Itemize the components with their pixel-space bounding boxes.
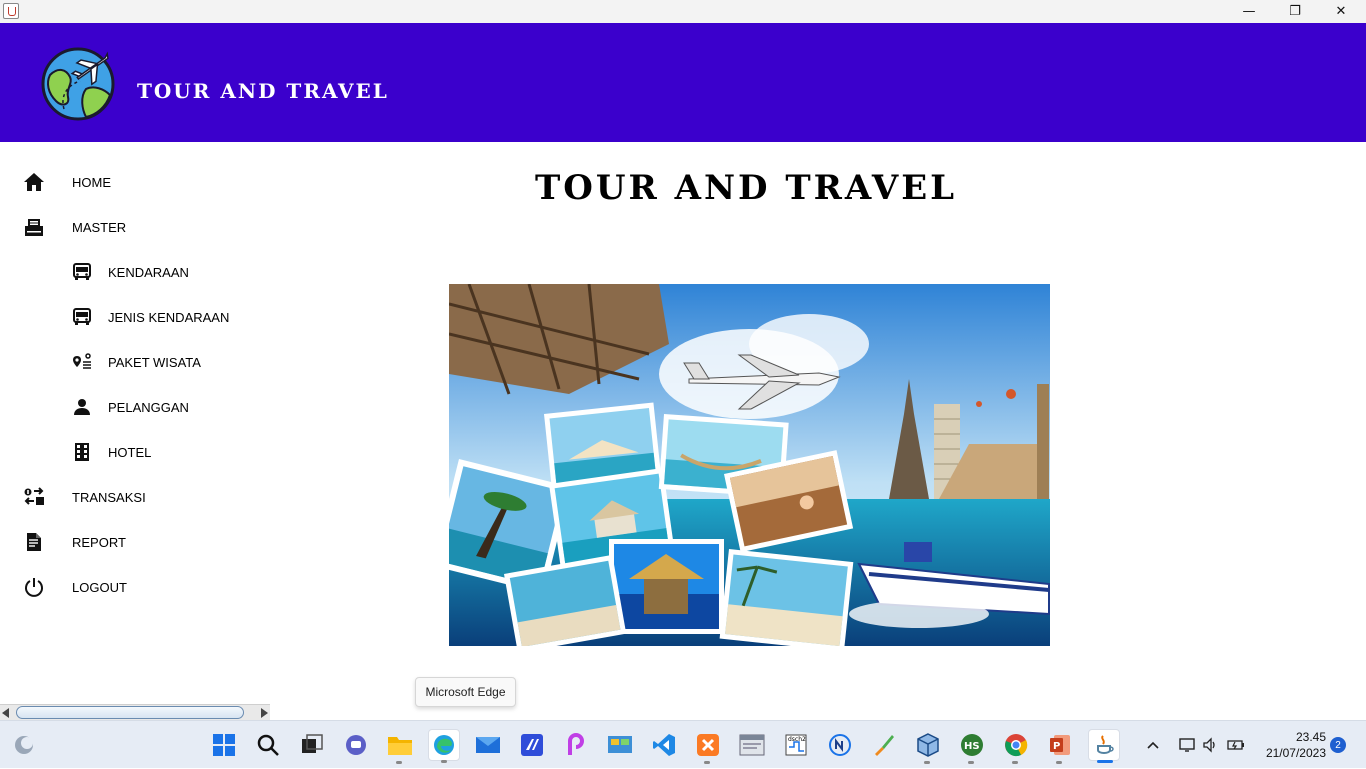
taskbar-tooltip: Microsoft Edge xyxy=(415,677,516,707)
sidebar-item-label: KENDARAAN xyxy=(108,264,189,280)
file-explorer-icon[interactable] xyxy=(384,729,416,764)
chat-icon[interactable] xyxy=(340,729,372,761)
widgets-icon[interactable] xyxy=(8,729,40,761)
sidebar-item-home[interactable]: HOME xyxy=(22,167,262,197)
virtualbox-icon[interactable] xyxy=(912,729,944,764)
sidebar-item-label: PELANGGAN xyxy=(108,399,189,415)
dsch2-icon[interactable]: dsch2 xyxy=(780,729,812,761)
power-icon xyxy=(22,575,46,599)
sidebar-item-label: HOME xyxy=(72,174,111,190)
sidebar-item-label: HOTEL xyxy=(108,444,152,460)
page-title: TOUR AND TRAVEL xyxy=(534,168,958,208)
start-windows-icon[interactable] xyxy=(208,729,240,761)
search-icon[interactable] xyxy=(252,729,284,761)
app-header: TOUR AND TRAVEL xyxy=(0,23,1366,142)
clock-date: 21/07/2023 xyxy=(1265,746,1326,760)
hs-app-icon[interactable]: HS xyxy=(956,729,988,764)
close-button[interactable]: ✕ xyxy=(1318,0,1364,23)
running-indicator xyxy=(1012,761,1018,764)
running-indicator xyxy=(396,761,402,764)
window-app-icon[interactable] xyxy=(736,729,768,761)
sidebar-item-label: REPORT xyxy=(72,534,126,550)
restore-button[interactable]: ❐ xyxy=(1272,0,1318,23)
sidebar-item-hotel[interactable]: HOTEL xyxy=(70,437,262,467)
window-titlebar: — ❐ ✕ xyxy=(0,0,1366,23)
bus-icon xyxy=(70,305,94,329)
sidebar-item-transaksi[interactable]: TRANSAKSI xyxy=(22,482,262,512)
inbox-tray-icon xyxy=(22,215,46,239)
powerpoint-icon[interactable]: P xyxy=(1044,729,1076,764)
header-title: TOUR AND TRAVEL xyxy=(137,79,389,103)
sidebar-item-report[interactable]: REPORT xyxy=(22,527,262,557)
running-indicator xyxy=(441,760,447,763)
mail-icon[interactable] xyxy=(472,729,504,761)
sidebar-menu: HOME MASTER KENDARAAN JENIS KENDARAAN PA… xyxy=(0,142,270,705)
sidebar-item-label: PAKET WISATA xyxy=(108,354,201,370)
volume-icon[interactable] xyxy=(1202,721,1218,769)
active-indicator xyxy=(1097,760,1113,763)
sidebar-item-label: JENIS KENDARAAN xyxy=(108,309,230,325)
sidebar-item-master[interactable]: MASTER xyxy=(22,212,262,242)
vscode-icon[interactable] xyxy=(648,729,680,761)
java-taskbar-icon[interactable] xyxy=(1088,729,1120,763)
notification-badge[interactable]: 2 xyxy=(1330,737,1346,753)
task-view-icon[interactable] xyxy=(296,729,328,761)
xampp-icon[interactable] xyxy=(692,729,724,764)
bus-icon xyxy=(70,260,94,284)
scroll-right-arrow-icon[interactable] xyxy=(261,708,268,718)
travel-collage-image xyxy=(449,284,1050,646)
svg-text:P: P xyxy=(1053,741,1060,752)
windows-taskbar: dsch2 HS P 23.45 21/07/2023 2 xyxy=(0,720,1366,768)
sidebar-item-jenis-kendaraan[interactable]: JENIS KENDARAAN xyxy=(70,302,262,332)
java-app-icon xyxy=(3,3,19,19)
running-indicator xyxy=(704,761,710,764)
scrollbar-thumb[interactable] xyxy=(16,706,244,719)
chrome-icon[interactable] xyxy=(1000,729,1032,764)
svg-text:dsch2: dsch2 xyxy=(788,736,806,743)
sidebar-item-kendaraan[interactable]: KENDARAAN xyxy=(70,257,262,287)
globe-airplane-logo xyxy=(41,47,115,121)
control-panel-icon[interactable] xyxy=(604,729,636,761)
person-icon xyxy=(70,395,94,419)
edge-icon[interactable] xyxy=(428,729,460,763)
sidebar-item-label: MASTER xyxy=(72,219,127,235)
network-app-icon[interactable] xyxy=(824,729,856,761)
location-route-icon xyxy=(70,350,94,374)
paint-app-icon[interactable] xyxy=(868,729,900,761)
network-status-icon[interactable] xyxy=(1178,721,1196,769)
home-icon xyxy=(22,170,46,194)
report-document-icon xyxy=(22,530,46,554)
running-indicator xyxy=(1056,761,1062,764)
sidebar-item-paket-wisata[interactable]: PAKET WISATA xyxy=(70,347,262,377)
sidebar-item-logout[interactable]: LOGOUT xyxy=(22,572,262,602)
running-indicator xyxy=(924,761,930,764)
minimize-button[interactable]: — xyxy=(1226,0,1272,23)
system-clock[interactable]: 23.45 21/07/2023 xyxy=(1256,729,1326,761)
scroll-left-arrow-icon[interactable] xyxy=(2,708,9,718)
sidebar-horizontal-scrollbar[interactable] xyxy=(0,704,270,720)
running-indicator xyxy=(968,761,974,764)
battery-charging-icon[interactable] xyxy=(1227,721,1245,769)
show-hidden-icons-chevron-icon[interactable] xyxy=(1146,721,1160,769)
sidebar-item-label: LOGOUT xyxy=(72,579,127,595)
picsart-icon[interactable] xyxy=(560,729,592,761)
svg-text:HS: HS xyxy=(964,741,980,752)
exchange-icon xyxy=(22,485,46,509)
building-icon xyxy=(70,440,94,464)
visual-studio-app-icon[interactable] xyxy=(516,729,548,761)
sidebar-item-pelanggan[interactable]: PELANGGAN xyxy=(70,392,262,422)
clock-time: 23.45 xyxy=(1295,730,1326,744)
sidebar-item-label: TRANSAKSI xyxy=(72,489,146,505)
